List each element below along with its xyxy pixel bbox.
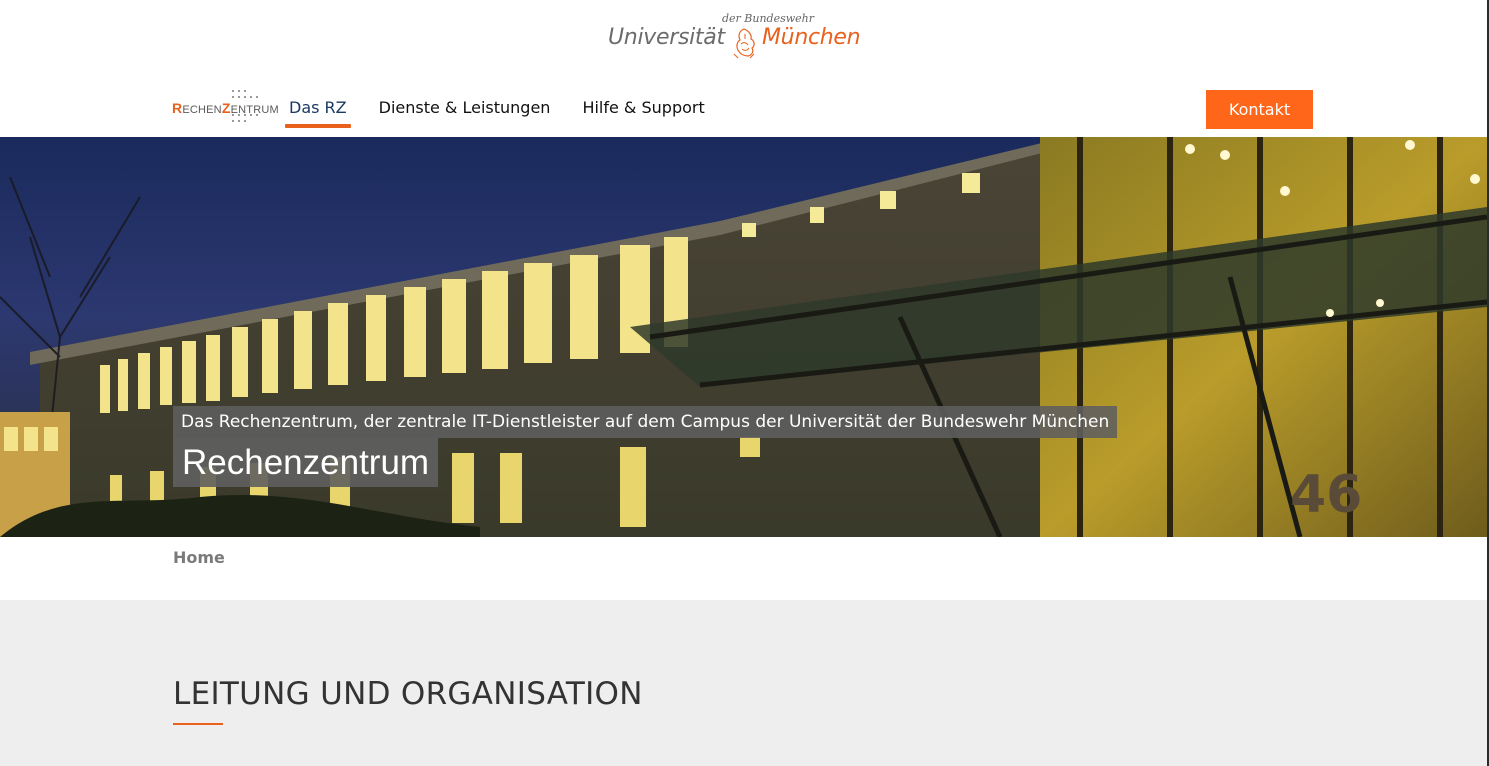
rz-logo-initial-r: R <box>172 100 183 116</box>
rechenzentrum-logo[interactable]: RECHENZENTRUM <box>172 88 279 130</box>
nav-item-hilfe-support[interactable]: Hilfe & Support <box>578 98 708 125</box>
building-number-text: 46 <box>1290 465 1362 525</box>
rz-logo-rest-2: ENTRUM <box>230 104 279 116</box>
hero-subtitle: Das Rechenzentrum, der zentrale IT-Diens… <box>173 406 1118 438</box>
breadcrumb-home[interactable]: Home <box>173 548 225 567</box>
content-section: LEITUNG UND ORGANISATION <box>0 600 1487 766</box>
logo-word-muenchen: München <box>762 25 861 50</box>
university-logo[interactable]: der Bundeswehr Universität München <box>608 12 868 64</box>
hero-banner: 46 Das Rechenzentrum, der zentrale IT-Di… <box>0 137 1487 537</box>
rz-logo-initial-z: Z <box>221 100 231 116</box>
section-heading: LEITUNG UND ORGANISATION <box>173 676 643 712</box>
logo-word-universitaet: Universität <box>608 25 725 50</box>
rz-logo-text: RECHENZENTRUM <box>172 100 279 116</box>
nav-item-dienste-leistungen[interactable]: Dienste & Leistungen <box>375 98 555 125</box>
hero-title: Rechenzentrum <box>173 438 439 487</box>
kontakt-button[interactable]: Kontakt <box>1206 90 1313 129</box>
main-nav: Das RZ Dienste & Leistungen Hilfe & Supp… <box>285 98 733 128</box>
site-header: der Bundeswehr Universität München RECHE… <box>0 0 1487 137</box>
university-seal-icon <box>733 28 755 59</box>
nav-item-das-rz[interactable]: Das RZ <box>285 98 351 128</box>
rz-logo-rest-1: ECHEN <box>182 104 222 116</box>
heading-underline <box>173 723 223 725</box>
logo-subline: der Bundeswehr <box>722 12 815 25</box>
